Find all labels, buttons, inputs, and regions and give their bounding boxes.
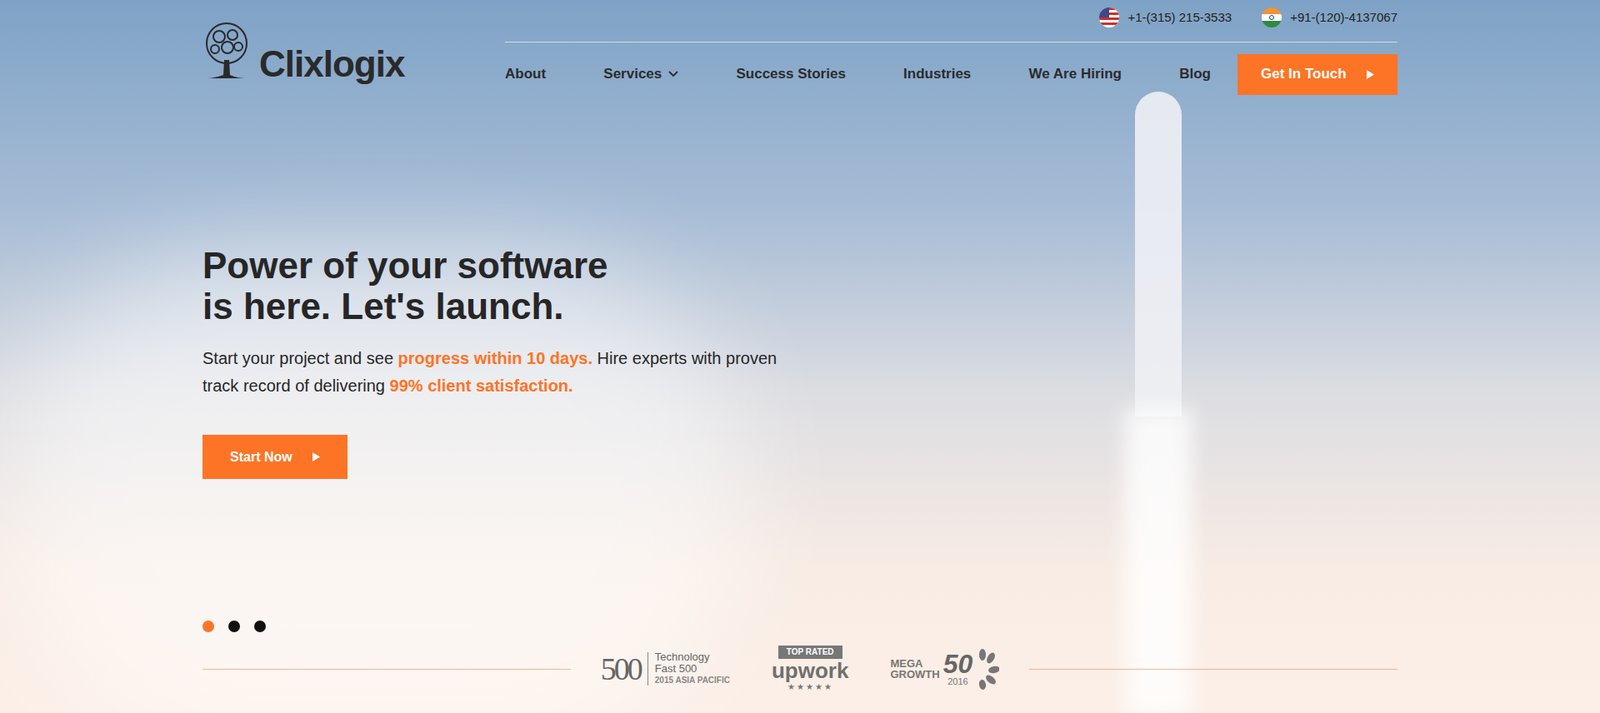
leaf-icon bbox=[975, 648, 1000, 690]
logo-text: Clixlogix bbox=[259, 43, 405, 85]
award-line: Fast 500 bbox=[655, 663, 730, 675]
divider bbox=[505, 41, 1398, 43]
awards: 500 TechnologyFast 5002015 ASIA PACIFIC TO… bbox=[600, 645, 1000, 693]
slider-dot[interactable] bbox=[254, 620, 266, 633]
nav-item[interactable]: About bbox=[505, 63, 546, 85]
start-now-button[interactable]: Start Now bbox=[202, 435, 348, 480]
awards-row: 500 TechnologyFast 5002015 ASIA PACIFIC TO… bbox=[202, 645, 1398, 693]
award-logo: TOP RATEDupwork★★★★★ bbox=[771, 645, 849, 693]
hero-title: Power of your softwareis here. Let's lau… bbox=[202, 245, 1398, 327]
nav-item[interactable]: We Are Hiring bbox=[1029, 63, 1122, 85]
hero-title-line: is here. Let's launch. bbox=[202, 285, 1398, 327]
nav-item[interactable]: Services bbox=[603, 63, 679, 85]
contact-bar: +1-(315) 215-3533 +91-(120)-4137067 bbox=[505, 0, 1398, 34]
award-badge: TOP RATED bbox=[778, 645, 843, 660]
play-arrow-icon bbox=[1366, 70, 1375, 80]
nav-label[interactable]: We Are Hiring bbox=[1029, 63, 1122, 85]
nav-item[interactable]: Success Stories bbox=[735, 63, 845, 85]
logo[interactable]: Clixlogix bbox=[202, 0, 505, 85]
award-year: 2016 bbox=[947, 676, 968, 687]
award-number: 50 bbox=[943, 651, 974, 677]
phone-number[interactable]: +91-(120)-4137067 bbox=[1290, 8, 1398, 28]
phone-number[interactable]: +1-(315) 215-3533 bbox=[1127, 8, 1232, 28]
phone-contact[interactable]: +91-(120)-4137067 bbox=[1261, 7, 1398, 28]
slider-dot[interactable] bbox=[202, 620, 215, 633]
subtitle-segment: progress within 10 days. bbox=[398, 349, 593, 368]
chevron-down-icon bbox=[668, 70, 679, 78]
header: Clixlogix +1-(315) 215-3533 +91-(120)-4137… bbox=[202, 0, 1398, 100]
award-line: 2015 ASIA PACIFIC bbox=[655, 675, 730, 687]
award-figure: 502016 bbox=[943, 651, 974, 687]
nav-item[interactable]: Industries bbox=[903, 63, 971, 85]
award-line: GROWTH bbox=[890, 669, 940, 680]
hero-title-line: Power of your software bbox=[202, 245, 1398, 286]
nav-item[interactable]: Blog bbox=[1179, 63, 1211, 85]
phone-contact[interactable]: +1-(315) 215-3533 bbox=[1099, 7, 1232, 28]
subtitle-segment: Start your project and see bbox=[202, 349, 399, 368]
container: Clixlogix +1-(315) 215-3533 +91-(120)-4137… bbox=[202, 0, 1398, 693]
award-logo: MEGAGROWTH502016 bbox=[890, 648, 1000, 690]
play-arrow-icon bbox=[312, 452, 320, 462]
award-name: upwork bbox=[771, 659, 849, 683]
award-number: 500 bbox=[600, 652, 641, 686]
nav-label[interactable]: Blog bbox=[1179, 63, 1211, 85]
hero-subtitle: Start your project and see progress with… bbox=[202, 345, 786, 400]
award-text: MEGAGROWTH bbox=[890, 658, 940, 680]
rocket-decoration bbox=[1135, 91, 1182, 417]
divider-line bbox=[202, 669, 571, 670]
award-line: Technology bbox=[655, 651, 730, 664]
award-line: MEGA bbox=[890, 658, 940, 670]
subtitle-segment: 99% client satisfaction. bbox=[390, 376, 574, 395]
divider-line bbox=[1029, 669, 1398, 670]
slider-dots bbox=[202, 620, 1398, 633]
us-flag-icon bbox=[1099, 7, 1120, 28]
nav-label[interactable]: Success Stories bbox=[735, 63, 845, 85]
award-text: TechnologyFast 5002015 ASIA PACIFIC bbox=[655, 651, 730, 687]
nav-label[interactable]: About bbox=[505, 63, 546, 85]
get-in-touch-button[interactable]: Get In Touch bbox=[1237, 54, 1398, 95]
nav-label[interactable]: Industries bbox=[903, 63, 971, 85]
nav-label[interactable]: Services bbox=[603, 63, 662, 85]
tree-icon bbox=[202, 20, 251, 85]
header-right: +1-(315) 215-3533 +91-(120)-4137067 About S… bbox=[505, 0, 1398, 100]
exhaust-decoration bbox=[1125, 408, 1192, 713]
slider-dot[interactable] bbox=[228, 620, 240, 633]
india-flag-icon bbox=[1261, 7, 1282, 28]
award-divider bbox=[647, 652, 649, 686]
award-logo: 500 TechnologyFast 5002015 ASIA PACIFIC bbox=[600, 651, 730, 687]
nav-bar: About Services Success Stories Industries We… bbox=[505, 49, 1398, 100]
page: Clixlogix +1-(315) 215-3533 +91-(120)-4137… bbox=[0, 0, 1600, 713]
cta-label[interactable]: Get In Touch bbox=[1260, 63, 1347, 85]
award-stars: ★★★★★ bbox=[787, 682, 834, 693]
start-now-label[interactable]: Start Now bbox=[230, 447, 293, 468]
hero: Power of your softwareis here. Let's lau… bbox=[202, 245, 1398, 480]
nav-menu: About Services Success Stories Industries We… bbox=[505, 63, 1238, 85]
